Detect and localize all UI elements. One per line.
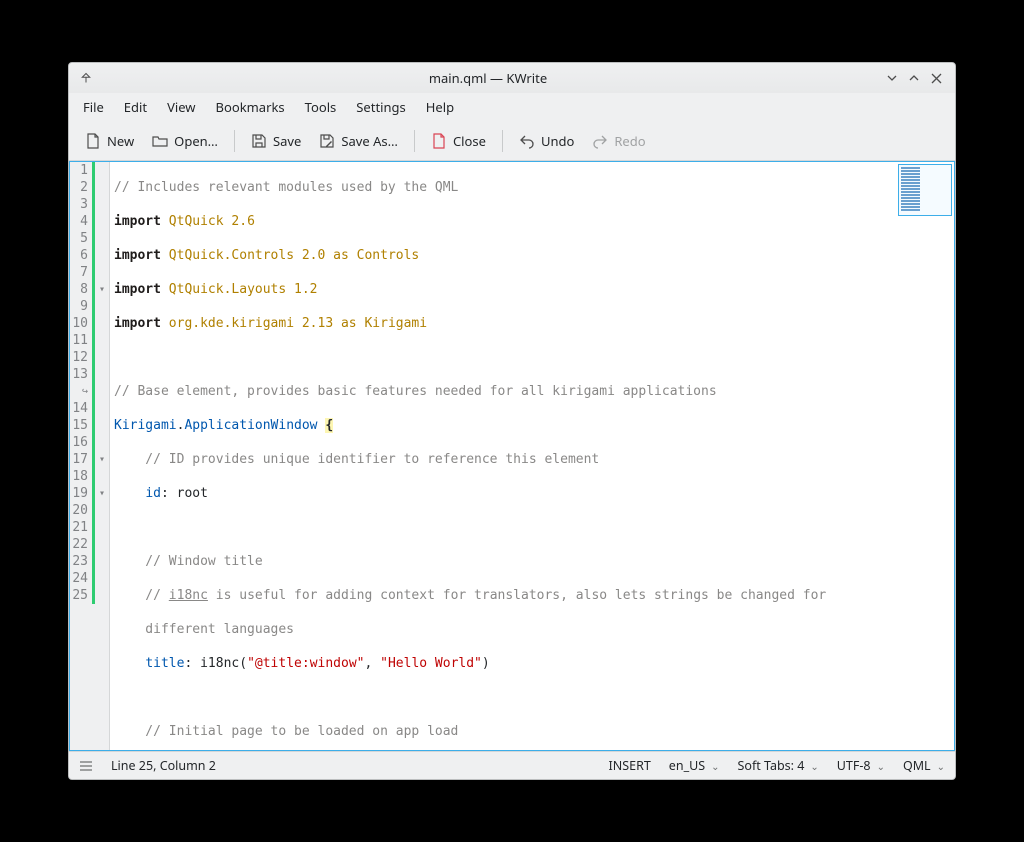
toolbar-separator <box>414 130 415 152</box>
chevron-down-icon: ⌄ <box>937 759 945 773</box>
minimize-button[interactable] <box>881 67 903 89</box>
maximize-button[interactable] <box>903 67 925 89</box>
toolbar-new-label: New <box>107 132 134 150</box>
fold-icon[interactable]: ▾ <box>95 281 109 298</box>
menu-bookmarks[interactable]: Bookmarks <box>208 95 293 119</box>
editor[interactable]: 1 2 3 4 5 6 7 8▾ 9 10 11 12 13 ↪ 14 15 1… <box>69 161 955 751</box>
wrap-indicator-icon: ↪ <box>70 383 92 400</box>
chevron-down-icon: ⌄ <box>877 759 885 773</box>
toolbar-redo: Redo <box>584 127 653 155</box>
save-icon <box>251 133 267 149</box>
menu-help[interactable]: Help <box>418 95 462 119</box>
status-position[interactable]: Line 25, Column 2 <box>111 757 216 774</box>
fold-icon[interactable]: ▾ <box>95 451 109 468</box>
statusbar: Line 25, Column 2 INSERT en_US⌄ Soft Tab… <box>69 751 955 779</box>
toolbar-undo-label: Undo <box>541 132 574 150</box>
status-mode[interactable]: INSERT <box>609 757 651 774</box>
close-button[interactable] <box>925 67 947 89</box>
toolbar: New Open… Save Save As… Close Undo Redo <box>69 121 955 161</box>
code-area[interactable]: // Includes relevant modules used by the… <box>110 162 954 750</box>
document-close-icon <box>431 133 447 149</box>
minimap[interactable] <box>898 164 952 216</box>
toolbar-saveas-label: Save As… <box>341 132 398 150</box>
menubar: File Edit View Bookmarks Tools Settings … <box>69 93 955 121</box>
window-title: main.qml — KWrite <box>95 69 881 87</box>
toolbar-close-label: Close <box>453 132 486 150</box>
pin-icon[interactable] <box>77 72 95 84</box>
menu-settings[interactable]: Settings <box>348 95 413 119</box>
toolbar-undo[interactable]: Undo <box>511 127 582 155</box>
menu-view[interactable]: View <box>159 95 203 119</box>
gutter[interactable]: 1 2 3 4 5 6 7 8▾ 9 10 11 12 13 ↪ 14 15 1… <box>70 162 110 750</box>
menu-file[interactable]: File <box>75 95 112 119</box>
line-endings-icon[interactable] <box>79 760 93 772</box>
chevron-down-icon: ⌄ <box>810 759 818 773</box>
toolbar-save[interactable]: Save <box>243 127 309 155</box>
toolbar-close[interactable]: Close <box>423 127 494 155</box>
toolbar-new[interactable]: New <box>77 127 142 155</box>
toolbar-redo-label: Redo <box>614 132 645 150</box>
toolbar-open-label: Open… <box>174 132 218 150</box>
status-indent[interactable]: Soft Tabs: 4⌄ <box>738 757 819 774</box>
titlebar: main.qml — KWrite <box>69 63 955 93</box>
folder-open-icon <box>152 133 168 149</box>
status-language[interactable]: QML⌄ <box>903 757 945 774</box>
toolbar-save-label: Save <box>273 132 301 150</box>
menu-tools[interactable]: Tools <box>297 95 345 119</box>
menu-edit[interactable]: Edit <box>116 95 155 119</box>
status-encoding[interactable]: UTF-8⌄ <box>837 757 885 774</box>
kwrite-window: main.qml — KWrite File Edit View Bookmar… <box>68 62 956 780</box>
chevron-down-icon: ⌄ <box>711 759 719 773</box>
toolbar-separator <box>234 130 235 152</box>
undo-icon <box>519 133 535 149</box>
toolbar-saveas[interactable]: Save As… <box>311 127 406 155</box>
redo-icon <box>592 133 608 149</box>
toolbar-separator <box>502 130 503 152</box>
status-locale[interactable]: en_US⌄ <box>669 757 720 774</box>
file-new-icon <box>85 133 101 149</box>
toolbar-open[interactable]: Open… <box>144 127 226 155</box>
fold-icon[interactable]: ▾ <box>95 485 109 502</box>
save-as-icon <box>319 133 335 149</box>
